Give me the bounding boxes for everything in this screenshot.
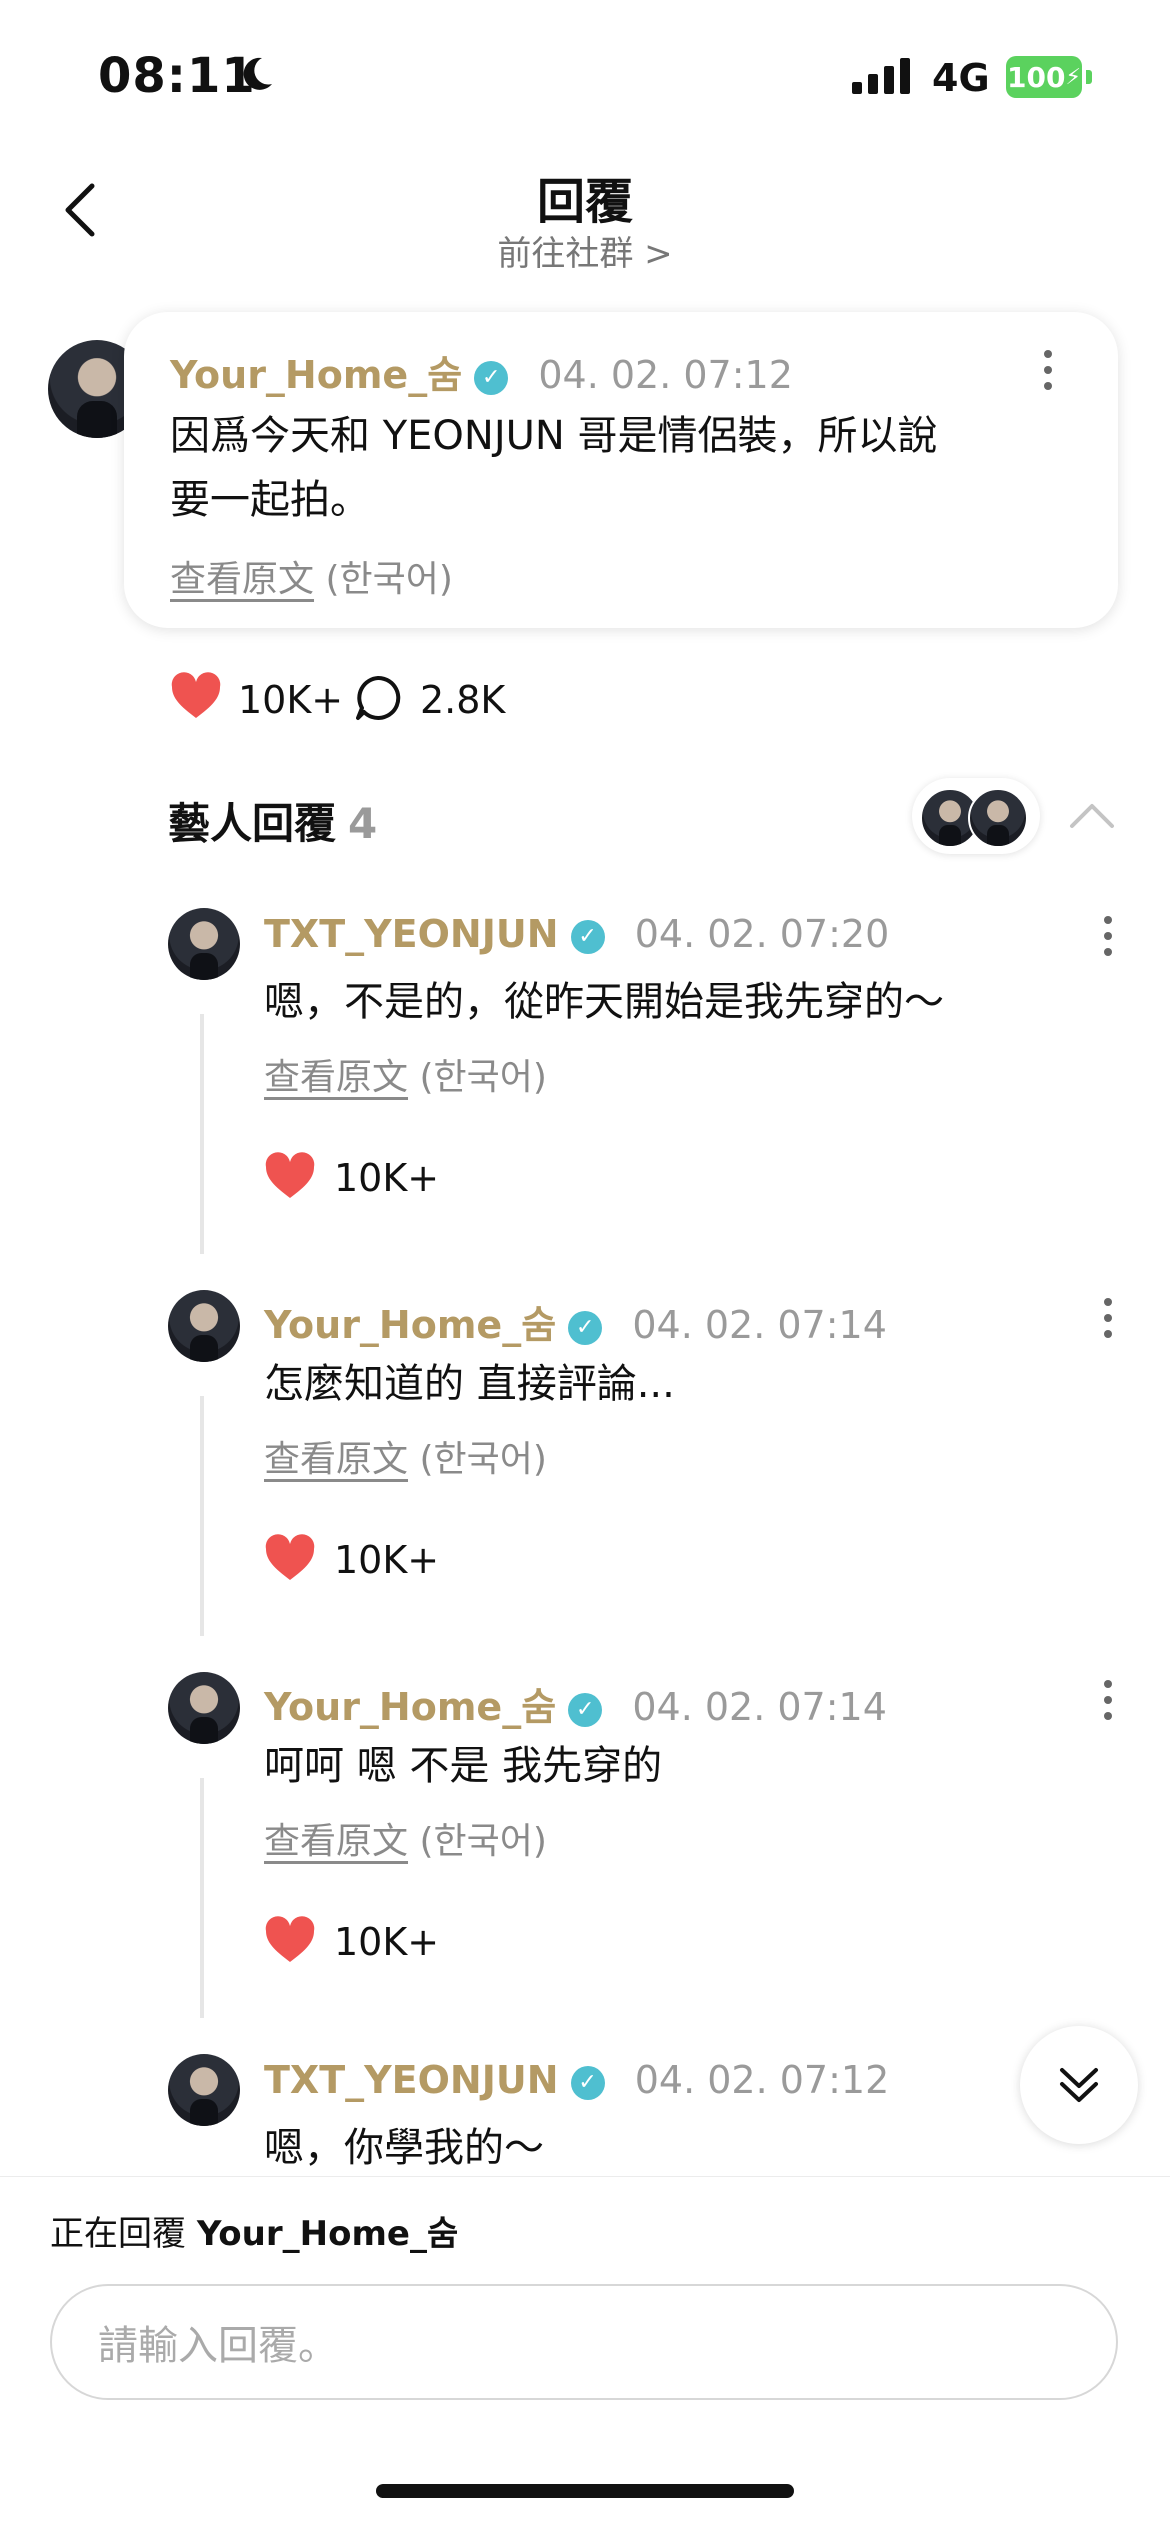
avatar[interactable] [168, 2054, 240, 2126]
author-name[interactable]: Your_Home_숨 [264, 1685, 556, 1729]
more-icon[interactable] [1104, 1680, 1114, 1728]
double-chevron-down-icon [1060, 2068, 1098, 2102]
view-original[interactable]: 查看原文 (한국어) [264, 1048, 547, 1100]
more-icon[interactable] [1044, 350, 1054, 398]
signal-icon [852, 58, 912, 94]
avatar[interactable] [168, 1672, 240, 1744]
verified-icon: ✓ [474, 360, 509, 395]
scroll-down-button[interactable] [1020, 2026, 1138, 2144]
reply-date: 04. 02. 07:14 [632, 1303, 887, 1347]
reply-meta: Your_Home_숨 ✓ 04. 02. 07:14 [264, 1294, 887, 1349]
go-to-community-link[interactable]: 前往社群 > [0, 226, 1170, 275]
reply-text: 嗯，不是的，從昨天開始是我先穿的～ [264, 979, 944, 1025]
network-type: 4G [932, 56, 990, 100]
battery-cap [1086, 70, 1092, 84]
author-name[interactable]: TXT_YEONJUN [264, 2058, 559, 2102]
reply-text: 怎麼知道的 直接評論... [264, 1361, 675, 1407]
comment-meta: Your_Home_숨 ✓ 04. 02. 07:12 [170, 344, 793, 399]
like-count: 10K+ [238, 678, 344, 722]
author-name[interactable]: Your_Home_숨 [264, 1303, 556, 1347]
artist-avatars[interactable] [912, 778, 1040, 854]
more-icon[interactable] [1104, 1298, 1114, 1346]
author-name[interactable]: Your_Home_숨 [170, 353, 462, 397]
reply-meta: Your_Home_숨 ✓ 04. 02. 07:14 [264, 1676, 887, 1731]
verified-icon: ✓ [570, 2065, 605, 2100]
view-original[interactable]: 查看原文 (한국어) [170, 550, 453, 602]
artist-replies-title: 藝人回覆 4 [168, 799, 378, 848]
avatar[interactable] [168, 908, 240, 980]
verified-icon: ✓ [568, 1310, 603, 1345]
verified-icon: ✓ [570, 919, 605, 954]
moon-icon [243, 57, 272, 90]
replying-to-label: 正在回覆 Your_Home_숨 [50, 2214, 459, 2254]
comment-date: 04. 02. 07:12 [538, 353, 793, 397]
thread-line [200, 1778, 204, 2018]
author-name[interactable]: TXT_YEONJUN [264, 912, 559, 956]
more-icon[interactable] [1104, 916, 1114, 964]
verified-icon: ✓ [568, 1692, 603, 1727]
chevron-up-icon[interactable] [1068, 800, 1116, 830]
comment-count: 2.8K [420, 678, 506, 722]
reply-date: 04. 02. 07:12 [634, 2058, 890, 2102]
comment-text: 因爲今天和 YEONJUN 哥是情侶裝，所以說 要一起拍。 [170, 413, 938, 523]
comment-icon[interactable] [354, 674, 402, 722]
main-comment-card: Your_Home_숨 ✓ 04. 02. 07:12 因爲今天和 YEONJU… [124, 312, 1118, 628]
reply-text: 嗯，你學我的～ [264, 2125, 544, 2171]
avatar [968, 788, 1028, 848]
like-count: 10K+ [334, 1920, 440, 1964]
reply-date: 04. 02. 07:14 [632, 1685, 887, 1729]
reply-input[interactable]: 請輸入回覆。 [50, 2284, 1118, 2400]
reply-text: 呵呵 嗯 不是 我先穿的 [264, 1743, 663, 1789]
like-count: 10K+ [334, 1538, 440, 1582]
battery-indicator: 100 ⚡ [1006, 56, 1082, 98]
reply-meta: TXT_YEONJUN ✓ 04. 02. 07:12 [264, 2058, 889, 2102]
heart-icon[interactable] [264, 1534, 316, 1582]
heart-icon[interactable] [264, 1916, 316, 1964]
reply-date: 04. 02. 07:20 [634, 912, 890, 956]
like-count: 10K+ [334, 1156, 440, 1200]
home-indicator [376, 2484, 794, 2498]
heart-icon[interactable] [264, 1152, 316, 1200]
thread-line [200, 1396, 204, 1636]
avatar[interactable] [168, 1290, 240, 1362]
reply-meta: TXT_YEONJUN ✓ 04. 02. 07:20 [264, 912, 889, 956]
view-original[interactable]: 查看原文 (한국어) [264, 1430, 547, 1482]
view-original[interactable]: 查看原文 (한국어) [264, 1812, 547, 1864]
page-title: 回覆 [536, 174, 633, 230]
status-time: 08:11 [98, 48, 256, 104]
thread-line [200, 1014, 204, 1254]
heart-icon[interactable] [170, 672, 222, 720]
